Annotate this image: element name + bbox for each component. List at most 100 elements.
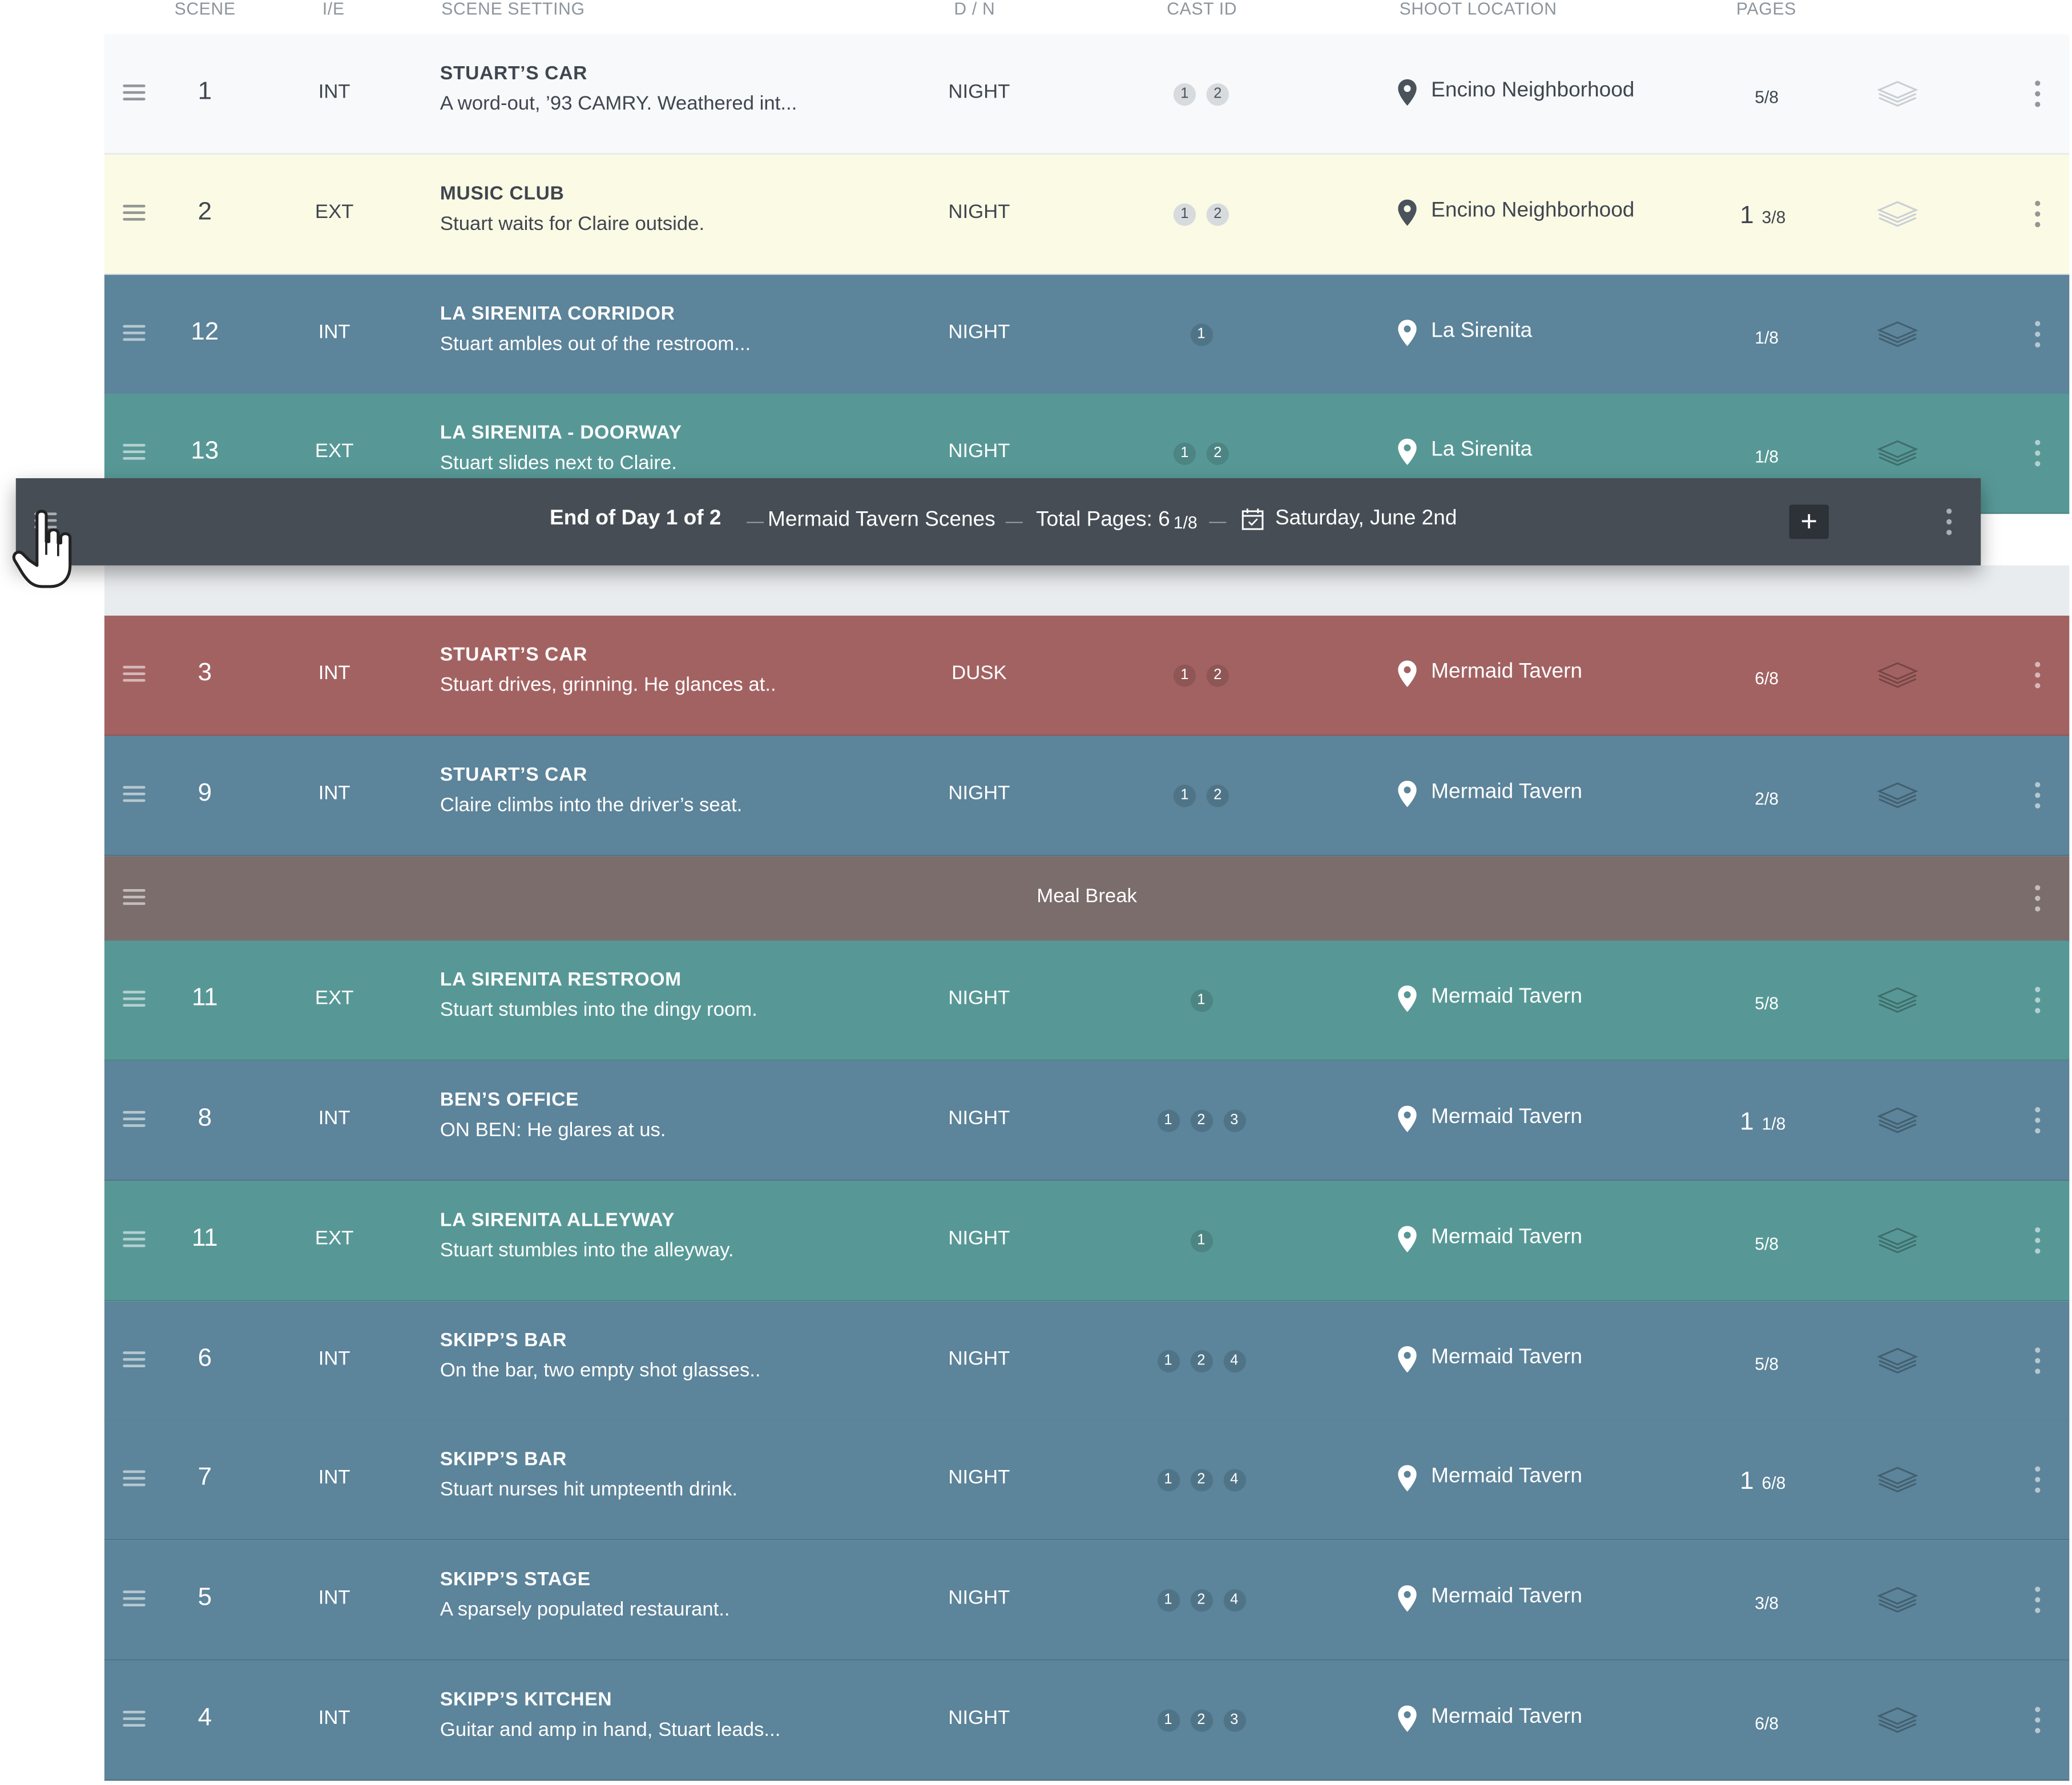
cast-ids: 12 (1173, 785, 1229, 807)
cast-id-badge: 1 (1173, 442, 1196, 465)
total-pages-label: Total Pages: 6 (1035, 508, 1170, 531)
int-ext: INT (318, 782, 350, 805)
drag-handle-icon[interactable] (123, 1710, 146, 1727)
more-options-icon[interactable] (2035, 885, 2041, 912)
stack-layers-icon[interactable] (1876, 781, 1918, 810)
more-options-icon[interactable] (2035, 661, 2041, 689)
scene-description: Stuart slides next to Claire. (440, 451, 677, 475)
col-scene-setting[interactable]: SCENE SETTING (441, 0, 585, 18)
more-options-icon[interactable] (2035, 321, 2041, 348)
cast-id-badge: 1 (1156, 1109, 1180, 1132)
more-options-icon[interactable] (2035, 200, 2041, 228)
drag-handle-icon[interactable] (123, 443, 146, 460)
stack-layers-icon[interactable] (1876, 439, 1918, 468)
page-count-fraction: 1/8 (1755, 446, 1779, 467)
stack-layers-icon[interactable] (1876, 320, 1918, 349)
scene-strip[interactable]: 3 INT STUART’S CAR Stuart drives, grinning.… (104, 615, 2070, 736)
stack-layers-icon[interactable] (1876, 1106, 1918, 1135)
scene-strip[interactable]: 8 INT BEN’S OFFICE ON BEN: He glares at us.… (104, 1060, 2070, 1181)
day-night: NIGHT (948, 1227, 1010, 1250)
more-options-icon[interactable] (2035, 439, 2041, 467)
stack-layers-icon[interactable] (1876, 200, 1918, 229)
scene-strip[interactable]: 4 INT SKIPP’S KITCHEN Guitar and amp in han… (104, 1660, 2070, 1781)
page-count-fraction: 5/8 (1755, 993, 1779, 1013)
stack-layers-icon[interactable] (1876, 79, 1918, 108)
drag-handle-icon[interactable] (123, 204, 146, 221)
scene-strip[interactable]: 12 INT LA SIRENITA CORRIDOR Stuart ambles o… (104, 274, 2070, 395)
drag-handle-icon[interactable] (123, 1231, 146, 1247)
cast-id-badge: 1 (1156, 1709, 1180, 1732)
shoot-location: Mermaid Tavern (1431, 1465, 1583, 1488)
stack-layers-icon[interactable] (1876, 661, 1918, 690)
col-shoot-location[interactable]: SHOOT LOCATION (1400, 0, 1557, 18)
col-dn[interactable]: D / N (954, 0, 995, 18)
col-scene[interactable]: SCENE (175, 0, 236, 18)
more-options-icon[interactable] (2035, 1466, 2041, 1493)
more-options-icon[interactable] (2035, 1227, 2041, 1254)
cast-id-badge: 1 (1190, 324, 1213, 346)
cast-id-badge: 2 (1190, 1589, 1213, 1612)
cast-id-badge: 2 (1206, 442, 1229, 465)
scene-strip[interactable]: 11 EXT LA SIRENITA RESTROOM Stuart stumbles… (104, 940, 2070, 1061)
more-options-icon[interactable] (2035, 1706, 2041, 1734)
scene-strip[interactable]: 7 INT SKIPP’S BAR Stuart nurses hit umpteen… (104, 1420, 2070, 1541)
scene-strip[interactable]: 1 INT STUART’S CAR A word-out, ’93 CAMRY. W… (104, 34, 2070, 155)
scene-description: A word-out, ’93 CAMRY. Weathered int... (440, 92, 797, 115)
stack-layers-icon[interactable] (1876, 1346, 1918, 1375)
shoot-location: Mermaid Tavern (1431, 1105, 1583, 1129)
scene-strip[interactable]: 9 INT STUART’S CAR Claire climbs into the d… (104, 736, 2070, 857)
more-options-icon[interactable] (2035, 1347, 2041, 1374)
scene-strip[interactable]: 11 EXT LA SIRENITA ALLEYWAY Stuart stumbles… (104, 1181, 2070, 1302)
page-count-whole: 1 (1740, 1467, 1754, 1496)
scene-strip[interactable]: 6 INT SKIPP’S BAR On the bar, two empty sho… (104, 1301, 2070, 1421)
scene-strip[interactable]: 2 EXT MUSIC CLUB Stuart waits for Claire ou… (104, 154, 2070, 275)
day-night: NIGHT (948, 200, 1010, 224)
drag-handle-icon[interactable] (123, 1590, 146, 1607)
scene-title: SKIPP’S KITCHEN (440, 1689, 612, 1711)
shoot-location: Encino Neighborhood (1431, 199, 1635, 222)
drag-handle-icon[interactable] (123, 665, 146, 682)
meal-break-strip[interactable]: Meal Break (104, 856, 2070, 942)
shoot-date: Saturday, June 2nd (1275, 507, 1457, 530)
drag-handle-icon[interactable] (123, 991, 146, 1007)
shoot-location: La Sirenita (1431, 438, 1533, 461)
drag-handle-icon[interactable] (123, 1351, 146, 1368)
drag-handle-icon[interactable] (123, 84, 146, 100)
cast-id-badge: 2 (1206, 83, 1229, 106)
stack-layers-icon[interactable] (1876, 1706, 1918, 1735)
scene-description: Stuart drives, grinning. He glances at.. (440, 673, 776, 697)
more-options-icon[interactable] (2035, 1586, 2041, 1613)
stack-layers-icon[interactable] (1876, 986, 1918, 1015)
page-count-whole: 1 (1740, 1108, 1754, 1136)
more-options-icon[interactable] (2035, 1106, 2041, 1134)
cast-ids: 12 (1173, 664, 1229, 687)
scene-number: 8 (197, 1104, 212, 1132)
col-cast-id[interactable]: CAST ID (1167, 0, 1237, 18)
cast-id-badge: 1 (1173, 664, 1196, 687)
day-night: NIGHT (948, 1706, 1010, 1730)
drag-handle-icon[interactable] (123, 325, 146, 341)
col-ie[interactable]: I/E (323, 0, 345, 18)
more-options-icon[interactable] (1946, 508, 1952, 535)
drag-handle-icon[interactable] (123, 1110, 146, 1127)
cast-id-badge: 2 (1190, 1469, 1213, 1492)
more-options-icon[interactable] (2035, 80, 2041, 107)
drag-handle-icon[interactable] (123, 1470, 146, 1487)
more-options-icon[interactable] (2035, 987, 2041, 1013)
calendar-icon[interactable] (1241, 507, 1265, 531)
cast-ids: 12 (1173, 83, 1229, 106)
scene-title: STUART’S CAR (440, 765, 588, 786)
scene-title: LA SIRENITA RESTROOM (440, 970, 682, 991)
page-count: 6/8 (1730, 663, 1796, 692)
more-options-icon[interactable] (2035, 782, 2041, 809)
stack-layers-icon[interactable] (1876, 1226, 1918, 1255)
end-of-day-strip-dragging[interactable]: End of Day 1 of 2 — Mermaid Tavern Scene… (15, 478, 1981, 566)
add-button[interactable]: + (1789, 504, 1829, 539)
col-pages[interactable]: PAGES (1736, 0, 1796, 18)
drag-handle-icon[interactable] (123, 786, 146, 802)
stack-layers-icon[interactable] (1876, 1585, 1918, 1614)
cast-ids: 123 (1156, 1109, 1245, 1132)
scene-title: LA SIRENITA ALLEYWAY (440, 1210, 675, 1231)
scene-strip[interactable]: 5 INT SKIPP’S STAGE A sparsely populated re… (104, 1540, 2070, 1661)
stack-layers-icon[interactable] (1876, 1465, 1918, 1494)
